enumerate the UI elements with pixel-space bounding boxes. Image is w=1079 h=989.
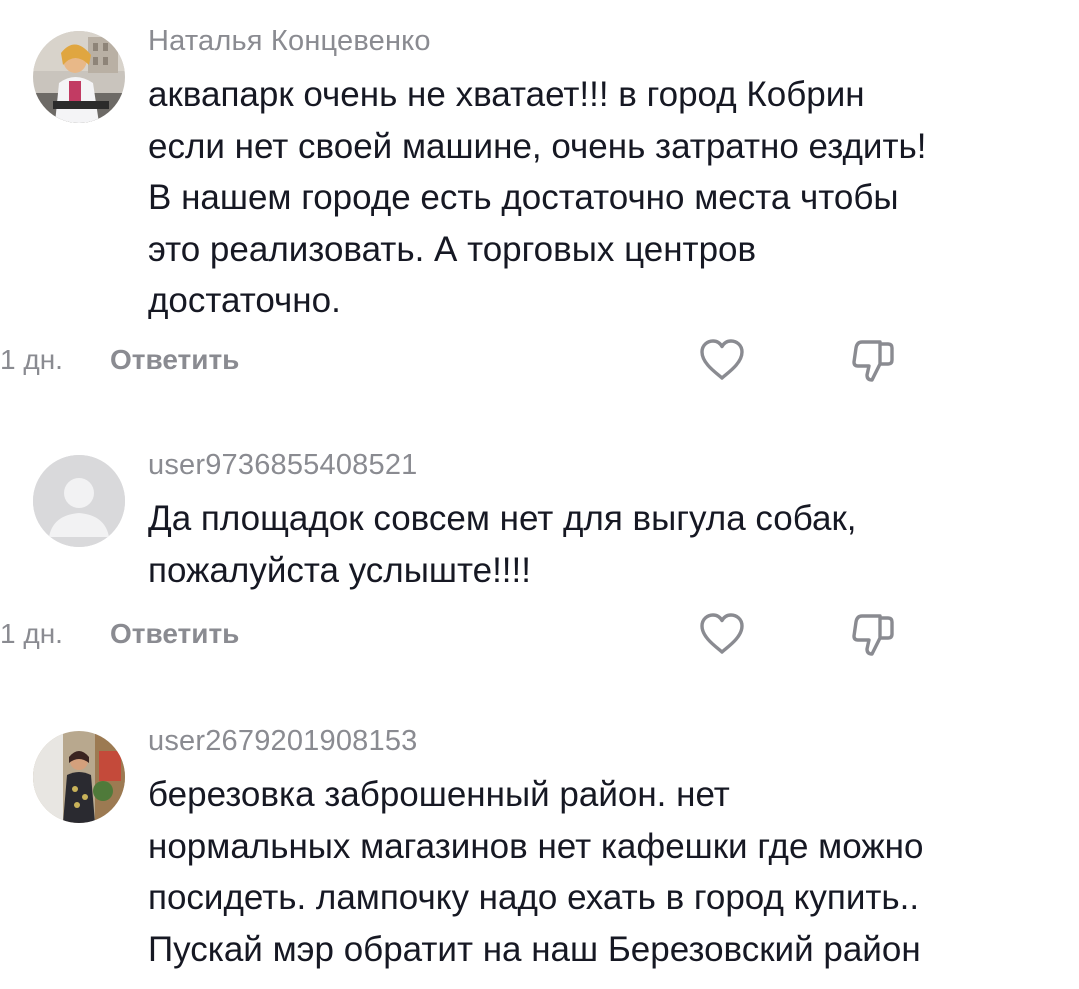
reply-button[interactable]: Ответить [110,616,239,652]
comment-text-line: пожалуйста услыште!!!! [148,550,531,590]
comment-text: аквапарк очень не хватает!!! в город Коб… [148,69,1049,327]
comment-username[interactable]: user2679201908153 [148,724,1049,758]
comment-text-line: березовка заброшенный район. нет [148,775,730,814]
avatar[interactable] [33,455,125,547]
avatar[interactable] [33,31,125,123]
comment-text: березовка заброшенный район. нет нормаль… [148,769,1049,975]
comment-text-line: В нашем городе есть достаточно места что… [148,178,899,217]
comment-actions: 1 дн. Ответить [0,612,1079,656]
comment-text-line: Да площадок совсем нет для выгула собак, [148,499,857,538]
thumbs-down-outline-icon[interactable] [848,336,896,384]
default-avatar-icon [33,455,125,547]
comment-text-line: если нет своей машине, очень затратно ез… [148,126,927,166]
comment-text-line: это реализовать. А торговых центров [148,229,757,269]
comment-username[interactable]: Наталья Концевенко [148,24,1049,58]
avatar[interactable] [33,731,125,823]
comment-text-line: нормальных магазинов нет кафешки где мож… [148,826,924,866]
comment-actions: 1 дн. Ответить [0,338,1079,382]
thumbs-down-outline-icon[interactable] [848,610,896,658]
avatar-photo [33,31,125,123]
comment-text-line: Пускай мэр обратит на наш Березовский ра… [148,929,921,969]
heart-outline-icon[interactable] [698,338,746,382]
avatar-photo [33,731,125,823]
comment-text-line: аквапарк очень не хватает!!! в город Коб… [148,75,865,114]
reply-button[interactable]: Ответить [110,342,239,378]
heart-outline-icon[interactable] [698,612,746,656]
comment-text: Да площадок совсем нет для выгула собак,… [148,493,1049,596]
comment-text-line: посидеть. лампочку надо ехать в город ку… [148,878,920,917]
comment-username[interactable]: user9736855408521 [148,448,1049,482]
comment-timestamp: 1 дн. [0,344,63,375]
comment-text-line: достаточно. [148,281,341,320]
comment-timestamp: 1 дн. [0,618,63,649]
